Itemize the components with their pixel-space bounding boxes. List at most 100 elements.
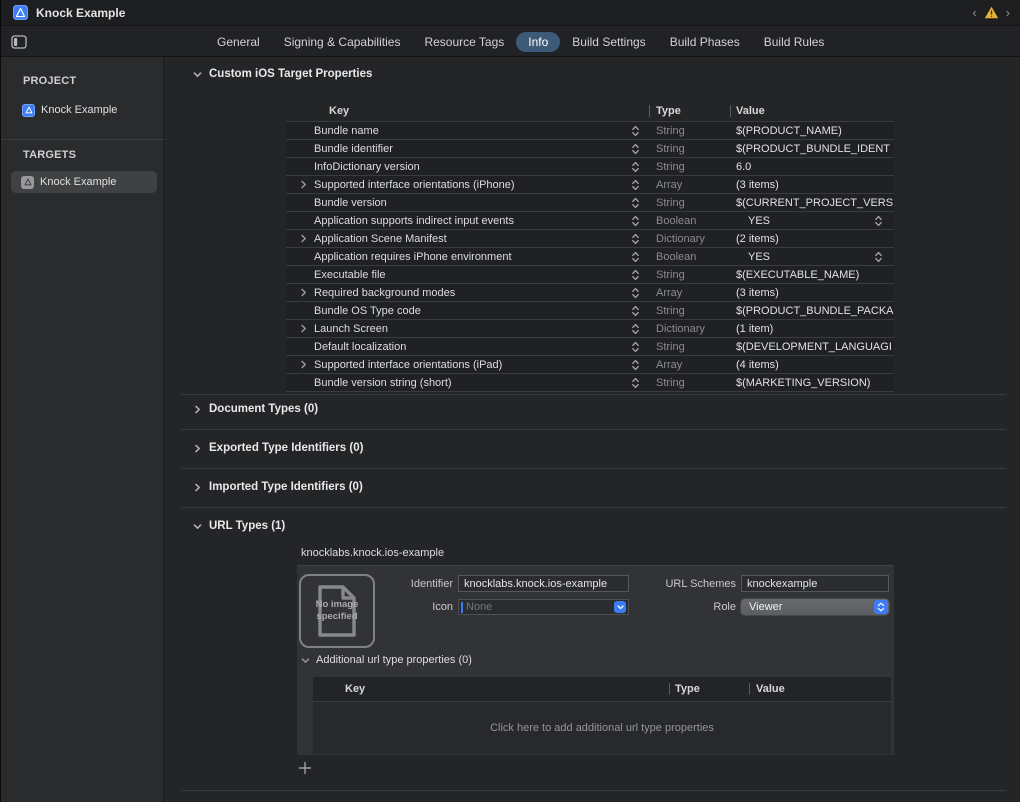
property-type[interactable]: Array — [656, 179, 682, 191]
property-type[interactable]: String — [656, 197, 685, 209]
section-url-types[interactable]: URL Types (1) — [193, 520, 285, 532]
key-stepper-icon[interactable] — [631, 161, 640, 173]
nav-forward-icon[interactable]: › — [1006, 6, 1010, 19]
value-stepper-icon[interactable] — [874, 251, 883, 263]
property-value[interactable]: 6.0 — [736, 161, 894, 173]
property-value[interactable]: YES — [748, 215, 894, 227]
key-stepper-icon[interactable] — [631, 233, 640, 245]
section-exported-type-identifiers[interactable]: Exported Type Identifiers (0) — [193, 442, 363, 454]
warning-icon[interactable] — [984, 6, 999, 19]
table-row[interactable]: Application supports indirect input even… — [286, 211, 894, 229]
disclosure-chevron-icon[interactable] — [299, 288, 308, 297]
property-value[interactable]: $(PRODUCT_NAME) — [736, 125, 894, 137]
table-row[interactable]: Bundle identifierString$(PRODUCT_BUNDLE_… — [286, 139, 894, 157]
property-type[interactable]: String — [656, 377, 685, 389]
tab-signing-capabilities[interactable]: Signing & Capabilities — [272, 32, 413, 52]
key-stepper-icon[interactable] — [631, 197, 640, 209]
table-row[interactable]: Default localizationString$(DEVELOPMENT_… — [286, 337, 894, 355]
sidebar-item-project[interactable]: Knock Example — [11, 99, 157, 121]
icon-combo-box[interactable]: None — [458, 599, 629, 615]
property-type[interactable]: String — [656, 305, 685, 317]
property-type[interactable]: Boolean — [656, 251, 696, 263]
table-row[interactable]: Executable fileString$(EXECUTABLE_NAME) — [286, 265, 894, 283]
property-value[interactable]: (1 item) — [736, 323, 894, 335]
key-stepper-icon[interactable] — [631, 323, 640, 335]
key-stepper-icon[interactable] — [631, 179, 640, 191]
chevron-right-icon[interactable] — [193, 405, 202, 414]
tab-general[interactable]: General — [205, 32, 272, 52]
table-row[interactable]: Bundle version string (short)String$(MAR… — [286, 373, 894, 391]
property-type[interactable]: Dictionary — [656, 233, 705, 245]
combo-dropdown-button[interactable] — [614, 601, 626, 613]
key-stepper-icon[interactable] — [631, 341, 640, 353]
section-imported-type-identifiers[interactable]: Imported Type Identifiers (0) — [193, 481, 363, 493]
property-type[interactable]: String — [656, 125, 685, 137]
sidebar-item-target[interactable]: Knock Example — [11, 171, 157, 193]
tab-build-settings[interactable]: Build Settings — [560, 32, 657, 52]
property-value[interactable]: (3 items) — [736, 179, 894, 191]
table-row[interactable]: InfoDictionary versionString6.0 — [286, 157, 894, 175]
disclosure-chevron-icon[interactable] — [299, 324, 308, 333]
value-stepper-icon[interactable] — [874, 215, 883, 227]
sidebar-toggle-icon[interactable] — [11, 35, 27, 49]
disclosure-chevron-icon[interactable] — [299, 360, 308, 369]
tab-info[interactable]: Info — [516, 32, 560, 52]
property-value[interactable]: (4 items) — [736, 359, 894, 371]
table-row[interactable]: Required background modesArray(3 items) — [286, 283, 894, 301]
key-stepper-icon[interactable] — [631, 143, 640, 155]
property-value[interactable]: (3 items) — [736, 287, 894, 299]
tab-build-phases[interactable]: Build Phases — [658, 32, 752, 52]
table-row[interactable]: Bundle OS Type codeString$(PRODUCT_BUNDL… — [286, 301, 894, 319]
key-stepper-icon[interactable] — [631, 305, 640, 317]
nav-back-icon[interactable]: ‹ — [972, 6, 976, 19]
disclosure-chevron-icon[interactable] — [299, 180, 308, 189]
tab-resource-tags[interactable]: Resource Tags — [412, 32, 516, 52]
url-type-item-name[interactable]: knocklabs.knock.ios-example — [301, 547, 444, 559]
identifier-field[interactable] — [458, 575, 629, 592]
property-value[interactable]: YES — [748, 251, 894, 263]
table-row[interactable]: Supported interface orientations (iPhone… — [286, 175, 894, 193]
url-schemes-field[interactable] — [741, 575, 889, 592]
table-row[interactable]: Application requires iPhone environmentB… — [286, 247, 894, 265]
additional-url-props-header[interactable]: Additional url type properties (0) — [301, 654, 472, 666]
key-stepper-icon[interactable] — [631, 215, 640, 227]
table-row[interactable]: Bundle nameString$(PRODUCT_NAME) — [286, 121, 894, 139]
property-value[interactable]: $(PRODUCT_BUNDLE_IDENT — [736, 143, 894, 155]
key-stepper-icon[interactable] — [631, 125, 640, 137]
chevron-right-icon[interactable] — [193, 444, 202, 453]
property-value[interactable]: $(PRODUCT_BUNDLE_PACKA — [736, 305, 894, 317]
property-type[interactable]: Boolean — [656, 215, 696, 227]
tab-build-rules[interactable]: Build Rules — [752, 32, 837, 52]
property-value[interactable]: $(MARKETING_VERSION) — [736, 377, 894, 389]
chevron-down-icon[interactable] — [193, 522, 202, 531]
property-type[interactable]: String — [656, 269, 685, 281]
key-stepper-icon[interactable] — [631, 287, 640, 299]
role-popup-button[interactable]: Viewer — [741, 599, 889, 615]
chevron-down-icon[interactable] — [193, 70, 202, 79]
property-type[interactable]: String — [656, 341, 685, 353]
disclosure-chevron-icon[interactable] — [299, 234, 308, 243]
table-row[interactable]: Launch ScreenDictionary(1 item) — [286, 319, 894, 337]
key-stepper-icon[interactable] — [631, 269, 640, 281]
property-type[interactable]: String — [656, 143, 685, 155]
key-stepper-icon[interactable] — [631, 359, 640, 371]
section-custom-ios-target-properties[interactable]: Custom iOS Target Properties — [193, 68, 372, 80]
table-row[interactable]: Application Scene ManifestDictionary(2 i… — [286, 229, 894, 247]
additional-props-empty-area[interactable]: Click here to add additional url type pr… — [313, 701, 891, 754]
property-type[interactable]: Dictionary — [656, 323, 705, 335]
property-type[interactable]: Array — [656, 359, 682, 371]
property-type[interactable]: Array — [656, 287, 682, 299]
table-row[interactable]: Supported interface orientations (iPad)A… — [286, 355, 894, 373]
chevron-right-icon[interactable] — [193, 483, 202, 492]
chevron-down-icon[interactable] — [301, 656, 310, 665]
property-value[interactable]: $(EXECUTABLE_NAME) — [736, 269, 894, 281]
key-stepper-icon[interactable] — [631, 251, 640, 263]
property-value[interactable]: (2 items) — [736, 233, 894, 245]
property-value[interactable]: $(CURRENT_PROJECT_VERS — [736, 197, 894, 209]
property-type[interactable]: String — [656, 161, 685, 173]
add-url-type-button[interactable] — [297, 760, 313, 776]
section-document-types[interactable]: Document Types (0) — [193, 403, 318, 415]
table-row[interactable]: Bundle versionString$(CURRENT_PROJECT_VE… — [286, 193, 894, 211]
property-value[interactable]: $(DEVELOPMENT_LANGUAGI — [736, 341, 894, 353]
key-stepper-icon[interactable] — [631, 377, 640, 389]
